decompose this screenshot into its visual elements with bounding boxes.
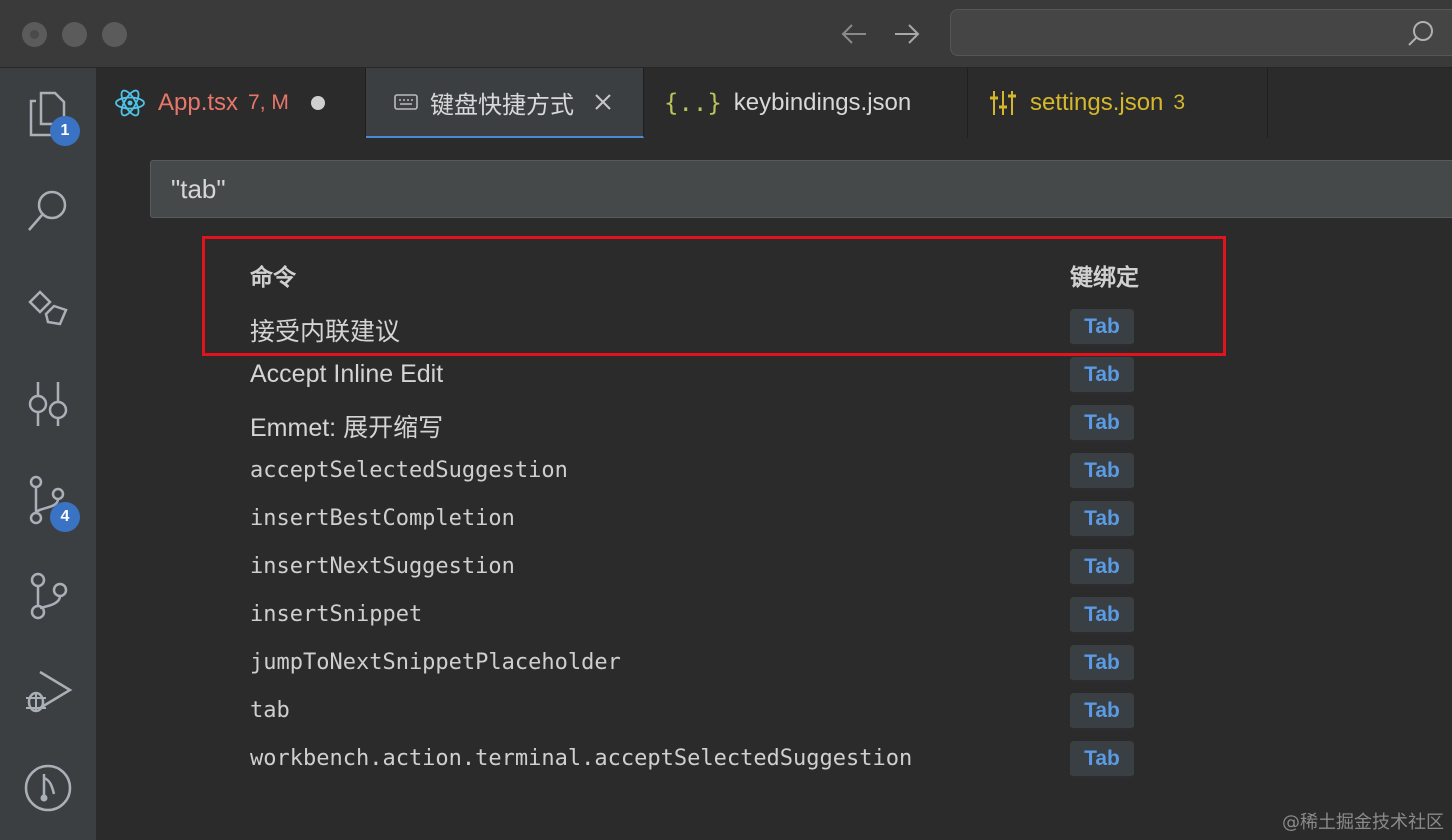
tab-problems-count: 3 [1173, 91, 1186, 114]
unsaved-dot-icon[interactable] [310, 96, 325, 110]
tab-app-tsx[interactable]: App.tsx 7, M [96, 68, 366, 138]
forward-button[interactable] [889, 16, 925, 52]
command-label: Emmet: 展开缩写 [250, 414, 444, 442]
command-label: Accept Inline Edit [250, 360, 444, 388]
table-row[interactable]: insertBestCompletion Tab [96, 496, 1452, 544]
arrow-left-icon [841, 24, 866, 44]
tab-label: keybindings.json [733, 89, 912, 116]
keybinding-key: Tab [1070, 549, 1134, 586]
close-icon[interactable] [592, 91, 614, 113]
column-header-keybinding[interactable]: 键绑定 [1070, 258, 1139, 292]
keybinding-key: Tab [1070, 597, 1134, 634]
table-row[interactable]: tab Tab [96, 688, 1452, 736]
table-row[interactable]: jumpToNextSnippetPlaceholder Tab [96, 640, 1452, 688]
command-label: insertSnippet [250, 602, 423, 627]
table-row[interactable]: acceptSelectedSuggestion Tab [96, 448, 1452, 496]
table-row[interactable]: Emmet: 展开缩写 Tab [96, 400, 1452, 448]
close-window-button[interactable] [22, 22, 47, 47]
settings-sliders-icon [990, 91, 1016, 115]
command-center[interactable] [950, 9, 1452, 56]
keybindings-search-input[interactable] [171, 169, 1371, 209]
keybinding-key: Tab [1070, 405, 1134, 442]
keybinding-key: Tab [1070, 357, 1134, 394]
editor-tab-bar: App.tsx 7, M 键盘快捷方式 {..} keybindings.jso… [96, 68, 1452, 138]
source-control-graph-icon [28, 382, 68, 426]
table-row[interactable]: insertNextSuggestion Tab [96, 544, 1452, 592]
arrow-right-icon [895, 24, 920, 44]
table-row[interactable]: insertSnippet Tab [96, 592, 1452, 640]
json-braces-icon: {..} [664, 89, 722, 117]
keybinding-key: Tab [1070, 741, 1134, 778]
command-label: 接受内联建议 [250, 318, 401, 346]
activity-bar: 1 4 [0, 68, 96, 840]
tab-keybindings-json[interactable]: {..} keybindings.json [644, 68, 968, 138]
command-label: insertNextSuggestion [250, 554, 515, 579]
table-row[interactable]: workbench.action.terminal.acceptSelected… [96, 736, 1452, 784]
keybinding-key: Tab [1070, 453, 1134, 490]
activity-run-debug[interactable] [22, 666, 74, 718]
maximize-window-button[interactable] [102, 22, 127, 47]
run-debug-icon [26, 670, 73, 713]
keybinding-key: Tab [1070, 501, 1134, 538]
keybinding-key: Tab [1070, 309, 1134, 346]
activity-graph[interactable] [22, 378, 74, 430]
tab-label: App.tsx [158, 89, 239, 116]
activity-search[interactable] [22, 184, 74, 236]
table-row[interactable]: 接受内联建议 Tab [96, 304, 1452, 352]
tab-label: settings.json [1030, 89, 1164, 116]
tab-settings-json[interactable]: settings.json 3 [968, 68, 1268, 138]
minimize-window-button[interactable] [62, 22, 87, 47]
tab-keyboard-shortcuts[interactable]: 键盘快捷方式 [366, 68, 644, 138]
git-merge-icon [30, 572, 68, 620]
tab-label: 键盘快捷方式 [430, 91, 574, 119]
react-icon [115, 89, 145, 117]
git-compare-icon [24, 764, 72, 812]
command-label: insertBestCompletion [250, 506, 515, 531]
keybinding-key: Tab [1070, 693, 1134, 730]
keyboard-icon [394, 94, 418, 110]
command-label: tab [250, 698, 290, 723]
watermark: @稀土掘金技术社区 [1282, 812, 1444, 833]
back-button[interactable] [836, 16, 872, 52]
source-control-badge: 4 [50, 502, 80, 532]
activity-extensions[interactable] [22, 282, 74, 334]
command-label: workbench.action.terminal.acceptSelected… [250, 746, 913, 771]
activity-source-control[interactable]: 4 [22, 474, 80, 532]
search-icon [1408, 21, 1433, 46]
column-header-command[interactable]: 命令 [250, 258, 296, 292]
title-bar [0, 0, 1452, 68]
activity-remote[interactable] [22, 762, 74, 814]
keybindings-search-box[interactable] [150, 160, 1452, 218]
activity-git-merge[interactable] [22, 570, 74, 622]
table-row[interactable]: Accept Inline Edit Tab [96, 352, 1452, 400]
extensions-icon [28, 290, 68, 326]
tab-problems-status: 7, M [248, 91, 289, 114]
activity-explorer[interactable]: 1 [22, 88, 80, 146]
search-icon [28, 190, 67, 231]
keyboard-shortcuts-editor: 命令 键绑定 接受内联建议TabAccept Inline EditTabEmm… [96, 138, 1452, 840]
command-label: acceptSelectedSuggestion [250, 458, 568, 483]
keybinding-key: Tab [1070, 645, 1134, 682]
explorer-badge: 1 [50, 116, 80, 146]
command-label: jumpToNextSnippetPlaceholder [250, 650, 621, 675]
